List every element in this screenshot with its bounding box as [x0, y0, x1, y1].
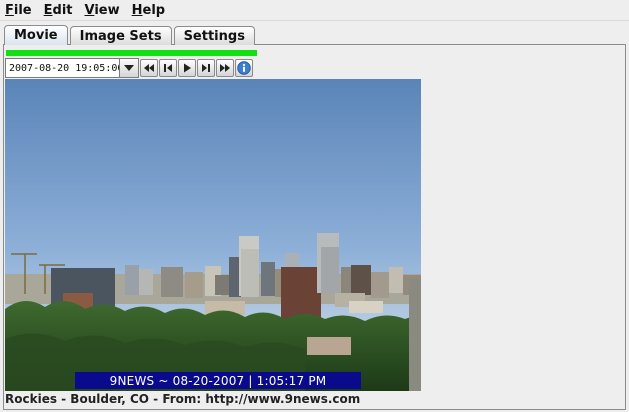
first-frame-button[interactable]: [140, 59, 158, 77]
frame-time-select[interactable]: 2007-08-20 19:05:00Z: [5, 58, 139, 78]
info-icon: [237, 61, 251, 75]
step-back-icon: [164, 64, 172, 72]
play-button[interactable]: [178, 59, 196, 77]
tab-settings[interactable]: Settings: [173, 26, 255, 45]
frame-time-value: 2007-08-20 19:05:00Z: [9, 62, 119, 74]
play-icon: [184, 63, 191, 73]
menu-file[interactable]: File: [0, 3, 38, 18]
city-skyline-image: [5, 79, 421, 391]
first-frame-icon: [144, 64, 154, 72]
last-frame-icon: [220, 64, 230, 72]
menu-edit[interactable]: Edit: [38, 3, 79, 18]
loading-progress-fill: [6, 50, 257, 56]
step-back-button[interactable]: [159, 59, 177, 77]
step-forward-icon: [202, 64, 210, 72]
webcam-image: 9NEWS ~ 08-20-2007 | 1:05:17 PM: [5, 79, 421, 391]
image-timestamp-overlay: 9NEWS ~ 08-20-2007 | 1:05:17 PM: [75, 372, 361, 389]
image-source-caption: Rockies - Boulder, CO - From: http://www…: [5, 392, 361, 406]
tab-image-sets[interactable]: Image Sets: [69, 26, 172, 45]
menu-view[interactable]: View: [79, 3, 126, 18]
tab-strip: Movie Image Sets Settings: [4, 25, 257, 45]
playback-toolbar: 2007-08-20 19:05:00Z: [5, 58, 253, 78]
menu-help[interactable]: Help: [126, 3, 171, 18]
tab-movie[interactable]: Movie: [4, 25, 68, 45]
last-frame-button[interactable]: [216, 59, 234, 77]
loading-progress-bar: [6, 50, 257, 56]
menubar: File Edit View Help: [0, 0, 629, 21]
chevron-down-icon[interactable]: [119, 59, 138, 77]
step-forward-button[interactable]: [197, 59, 215, 77]
info-button[interactable]: [235, 59, 253, 77]
